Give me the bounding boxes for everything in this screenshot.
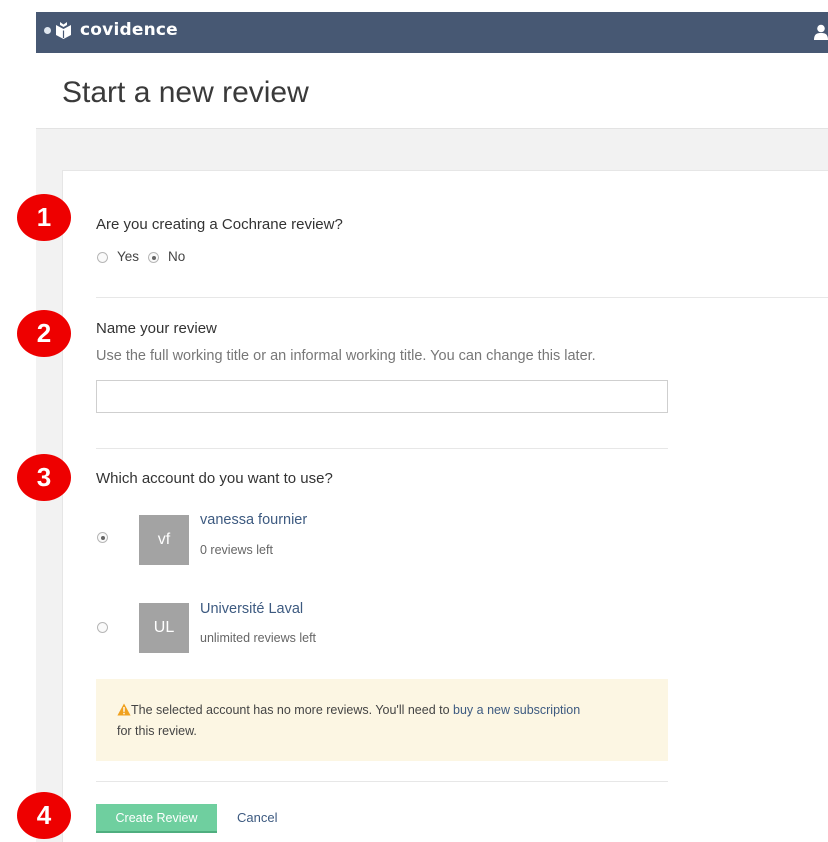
cochrane-yes-radio[interactable] (97, 252, 108, 263)
review-name-label: Name your review (96, 320, 217, 337)
step-badge-1: 1 (17, 194, 71, 241)
page-title: Start a new review (62, 76, 309, 109)
cochrane-no-radio[interactable] (148, 252, 159, 263)
create-review-button[interactable]: Create Review (96, 804, 217, 833)
step-badge-4: 4 (17, 792, 71, 839)
account-question: Which account do you want to use? (96, 470, 333, 487)
review-name-input[interactable] (96, 380, 668, 413)
buy-subscription-link[interactable]: buy a new subscription (453, 703, 580, 717)
account-reviews-left: unlimited reviews left (200, 631, 317, 645)
step-badge-2: 2 (17, 310, 71, 357)
cochrane-yes-label[interactable]: Yes (117, 249, 139, 264)
user-icon[interactable] (814, 24, 828, 40)
avatar: vf (139, 515, 189, 565)
account-name[interactable]: vanessa fournier (200, 512, 307, 528)
top-navbar: covidence (36, 12, 828, 53)
cancel-link[interactable]: Cancel (237, 810, 277, 825)
account-name[interactable]: Université Laval (200, 601, 303, 617)
section-divider (96, 781, 668, 782)
warning-icon (117, 703, 131, 716)
account-radio-vanessa[interactable] (97, 532, 108, 543)
warning-text: The selected account has no more reviews… (131, 703, 454, 717)
step-badge-3: 3 (17, 454, 71, 501)
account-radio-laval[interactable] (97, 622, 108, 633)
review-name-hint: Use the full working title or an informa… (96, 348, 596, 364)
covidence-logo[interactable]: covidence (44, 20, 178, 40)
no-reviews-warning: The selected account has no more reviews… (96, 679, 668, 761)
covidence-mark-icon (56, 21, 71, 39)
logo-dot-icon (44, 26, 51, 34)
section-divider (96, 448, 668, 449)
avatar: UL (139, 603, 189, 653)
cochrane-question: Are you creating a Cochrane review? (96, 216, 343, 233)
account-reviews-left: 0 reviews left (200, 543, 273, 557)
brand-name: covidence (80, 20, 178, 40)
section-divider (96, 297, 828, 298)
warning-text-end: for this review. (117, 724, 197, 738)
cochrane-no-label[interactable]: No (168, 249, 185, 264)
